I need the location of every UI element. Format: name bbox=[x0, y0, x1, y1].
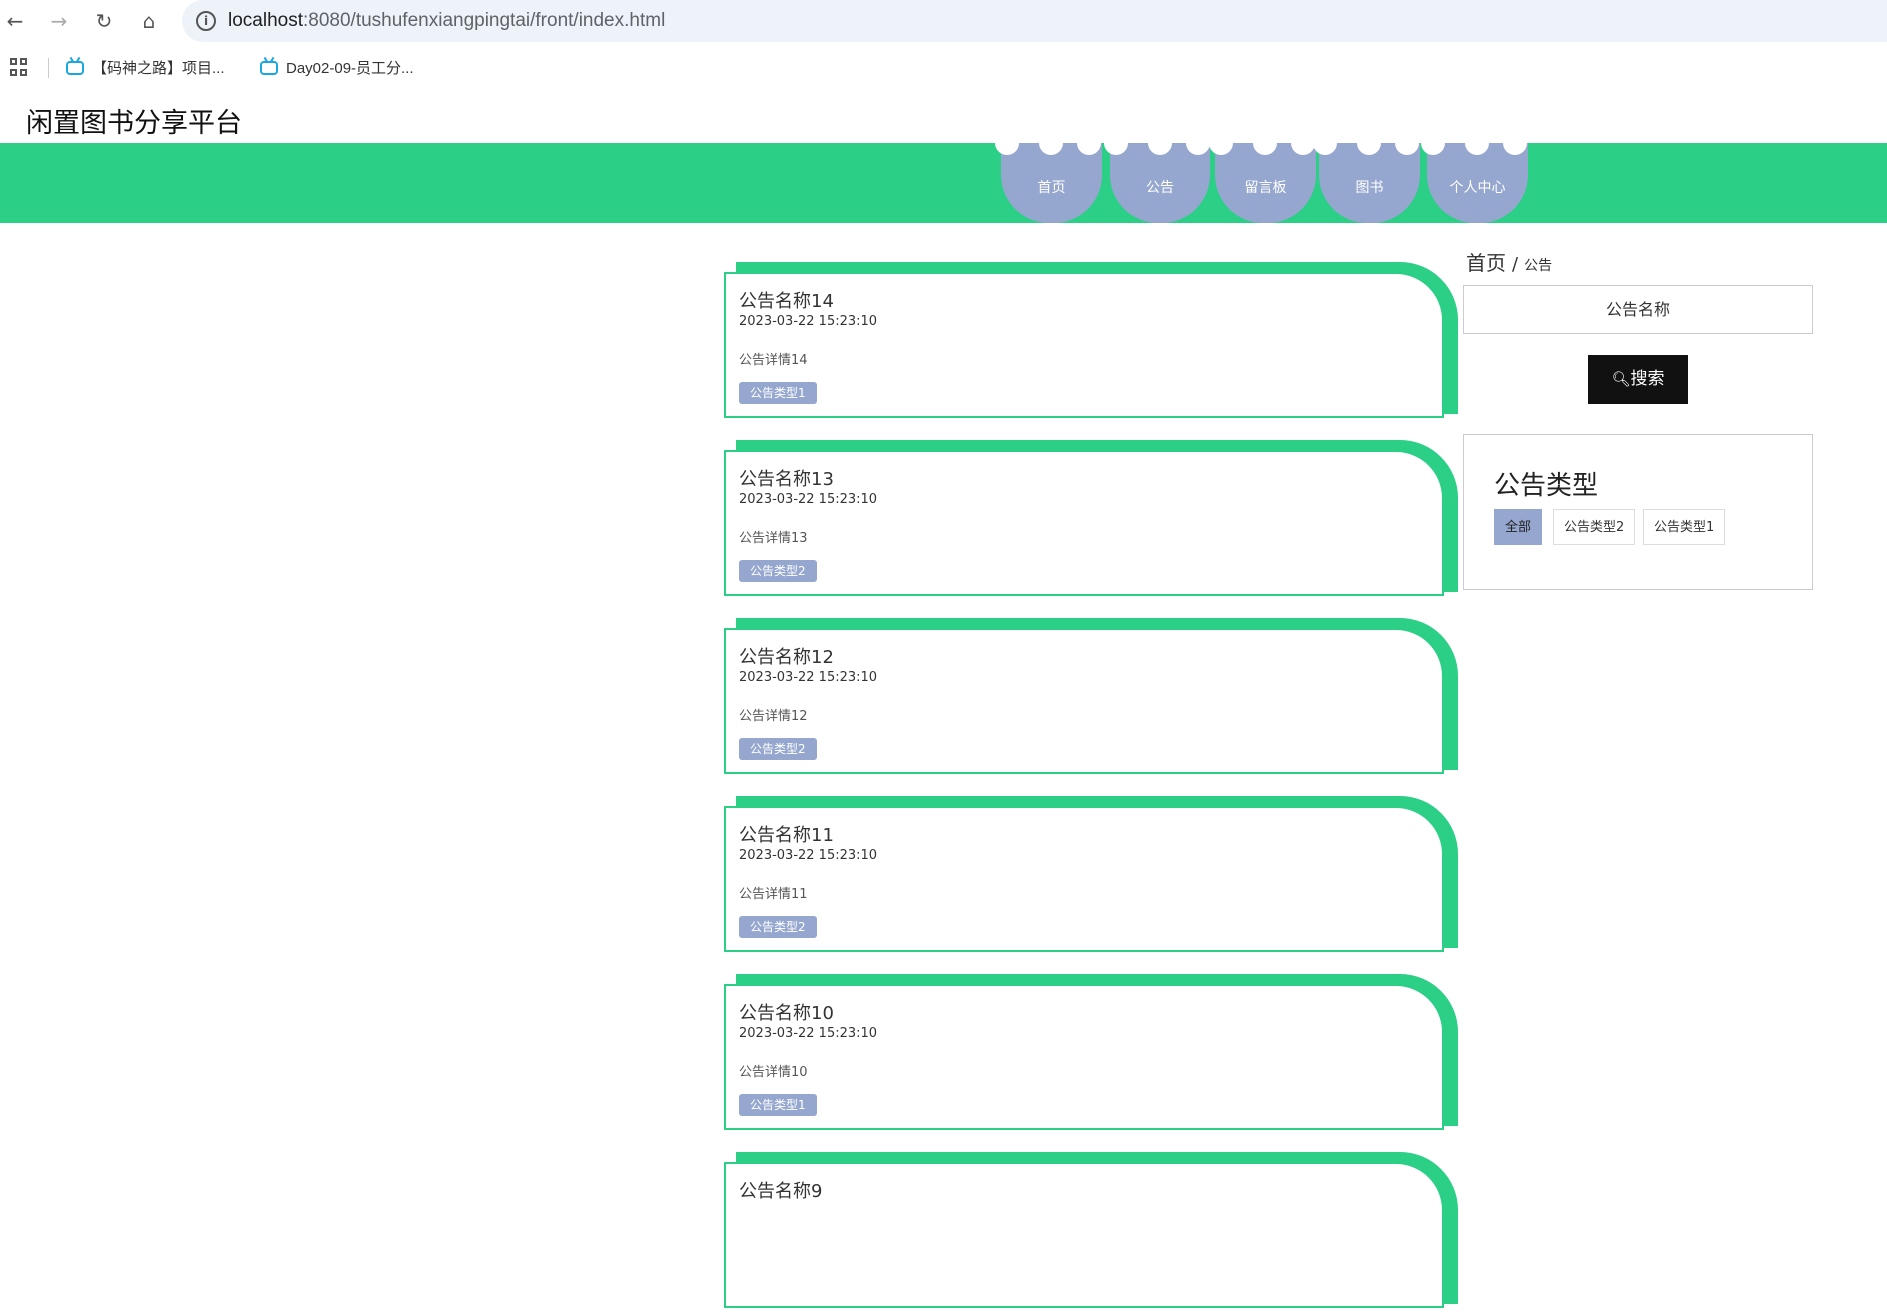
nav-tab-announcement[interactable]: 公告 bbox=[1104, 131, 1210, 223]
announcement-card[interactable]: 公告名称13 2023-03-22 15:23:10 公告详情13 公告类型2 bbox=[724, 440, 1458, 600]
announcement-time: 2023-03-22 15:23:10 bbox=[739, 314, 878, 329]
announcement-card[interactable]: 公告名称9 bbox=[724, 1152, 1458, 1312]
announcement-card[interactable]: 公告名称12 2023-03-22 15:23:10 公告详情12 公告类型2 bbox=[724, 618, 1458, 778]
announcement-detail: 公告详情13 bbox=[739, 531, 808, 546]
bookmark-1[interactable]: 【码神之路】项目... bbox=[66, 57, 225, 78]
home-icon[interactable]: ⌂ bbox=[136, 8, 162, 34]
address-bar[interactable]: i localhost:8080/tushufenxiangpingtai/fr… bbox=[182, 0, 1887, 42]
site-info-icon[interactable]: i bbox=[196, 11, 216, 31]
search-button[interactable]: 🔍︎搜索 bbox=[1588, 355, 1688, 404]
reload-icon[interactable]: ↻ bbox=[91, 8, 117, 34]
main-navbar: 首页 公告 留言板 图书 个人中心 bbox=[0, 131, 1887, 223]
announcement-name[interactable]: 公告名称13 bbox=[739, 465, 834, 491]
card-body: 公告名称10 2023-03-22 15:23:10 公告详情10 公告类型1 bbox=[724, 984, 1444, 1130]
announcement-detail: 公告详情11 bbox=[739, 887, 808, 902]
nav-tab-message-board[interactable]: 留言板 bbox=[1209, 131, 1316, 223]
site-title: 闲置图书分享平台 bbox=[26, 108, 242, 139]
announcement-detail: 公告详情14 bbox=[739, 353, 808, 368]
announcement-type-tag: 公告类型2 bbox=[739, 916, 817, 938]
nav-tab-label: 首页 bbox=[1037, 180, 1066, 196]
bilibili-tv-icon bbox=[66, 60, 84, 75]
breadcrumb: 首页 / 公告 bbox=[1466, 247, 1552, 276]
search-button-label: 搜索 bbox=[1630, 369, 1665, 389]
nav-tab-label: 个人中心 bbox=[1449, 180, 1506, 196]
announcement-card[interactable]: 公告名称10 2023-03-22 15:23:10 公告详情10 公告类型1 bbox=[724, 974, 1458, 1134]
card-body: 公告名称9 bbox=[724, 1162, 1444, 1308]
announcement-card[interactable]: 公告名称11 2023-03-22 15:23:10 公告详情11 公告类型2 bbox=[724, 796, 1458, 956]
nav-tab-home[interactable]: 首页 bbox=[995, 131, 1102, 223]
search-icon: 🔍︎ bbox=[1611, 370, 1631, 388]
announcement-time: 2023-03-22 15:23:10 bbox=[739, 1026, 878, 1041]
announcement-time: 2023-03-22 15:23:10 bbox=[739, 848, 878, 863]
bookmark-2-label: Day02-09-员工分... bbox=[286, 60, 414, 77]
bookmarks-bar: 【码神之路】项目... Day02-09-员工分... bbox=[0, 48, 1887, 88]
search-input[interactable]: 公告名称 bbox=[1463, 285, 1813, 334]
bookmark-2[interactable]: Day02-09-员工分... bbox=[260, 57, 414, 78]
announcement-detail: 公告详情12 bbox=[739, 709, 808, 724]
announcement-type-tag: 公告类型2 bbox=[739, 738, 817, 760]
card-body: 公告名称12 2023-03-22 15:23:10 公告详情12 公告类型2 bbox=[724, 628, 1444, 774]
announcement-name[interactable]: 公告名称9 bbox=[739, 1177, 822, 1203]
type-panel-title: 公告类型 bbox=[1494, 471, 1599, 501]
bilibili-tv-icon bbox=[260, 60, 278, 75]
breadcrumb-home[interactable]: 首页 bbox=[1466, 251, 1506, 275]
nav-tab-label: 公告 bbox=[1146, 180, 1174, 196]
announcement-name[interactable]: 公告名称10 bbox=[739, 999, 834, 1025]
bookmarks-divider bbox=[48, 58, 49, 78]
breadcrumb-current: 公告 bbox=[1524, 258, 1553, 274]
announcement-time: 2023-03-22 15:23:10 bbox=[739, 492, 878, 507]
bookmark-1-label: 【码神之路】项目... bbox=[92, 60, 225, 77]
card-body: 公告名称14 2023-03-22 15:23:10 公告详情14 公告类型1 bbox=[724, 272, 1444, 418]
card-body: 公告名称11 2023-03-22 15:23:10 公告详情11 公告类型2 bbox=[724, 806, 1444, 952]
browser-toolbar: ← → ↻ ⌂ i localhost:8080/tushufenxiangpi… bbox=[0, 0, 1887, 42]
url-path: :8080/tushufenxiangpingtai/front/index.h… bbox=[303, 10, 666, 31]
announcement-detail: 公告详情10 bbox=[739, 1065, 808, 1080]
type-filter-all[interactable]: 全部 bbox=[1494, 509, 1543, 545]
announcement-type-tag: 公告类型1 bbox=[739, 382, 817, 404]
announcement-name[interactable]: 公告名称14 bbox=[739, 287, 834, 313]
card-body: 公告名称13 2023-03-22 15:23:10 公告详情13 公告类型2 bbox=[724, 450, 1444, 596]
breadcrumb-separator: / bbox=[1512, 254, 1519, 275]
announcement-type-panel: 公告类型 全部 公告类型2 公告类型1 bbox=[1463, 434, 1813, 590]
nav-tab-label: 图书 bbox=[1355, 180, 1384, 196]
apps-grid-icon[interactable] bbox=[10, 58, 28, 76]
forward-arrow-icon[interactable]: → bbox=[46, 8, 72, 34]
url-host: localhost bbox=[228, 10, 303, 31]
nav-tab-books[interactable]: 图书 bbox=[1313, 131, 1420, 223]
url-text[interactable]: localhost:8080/tushufenxiangpingtai/fron… bbox=[228, 10, 665, 32]
nav-tab-personal-center[interactable]: 个人中心 bbox=[1421, 131, 1528, 223]
announcement-name[interactable]: 公告名称12 bbox=[739, 643, 834, 669]
announcement-time: 2023-03-22 15:23:10 bbox=[739, 670, 878, 685]
announcement-card[interactable]: 公告名称14 2023-03-22 15:23:10 公告详情14 公告类型1 bbox=[724, 262, 1458, 422]
back-arrow-icon[interactable]: ← bbox=[2, 8, 28, 34]
announcement-type-tag: 公告类型1 bbox=[739, 1094, 817, 1116]
nav-tab-label: 留言板 bbox=[1244, 180, 1287, 196]
announcement-name[interactable]: 公告名称11 bbox=[739, 821, 834, 847]
announcement-type-tag: 公告类型2 bbox=[739, 560, 817, 582]
type-filter-type1[interactable]: 公告类型1 bbox=[1643, 509, 1726, 545]
type-filter-type2[interactable]: 公告类型2 bbox=[1553, 509, 1636, 545]
